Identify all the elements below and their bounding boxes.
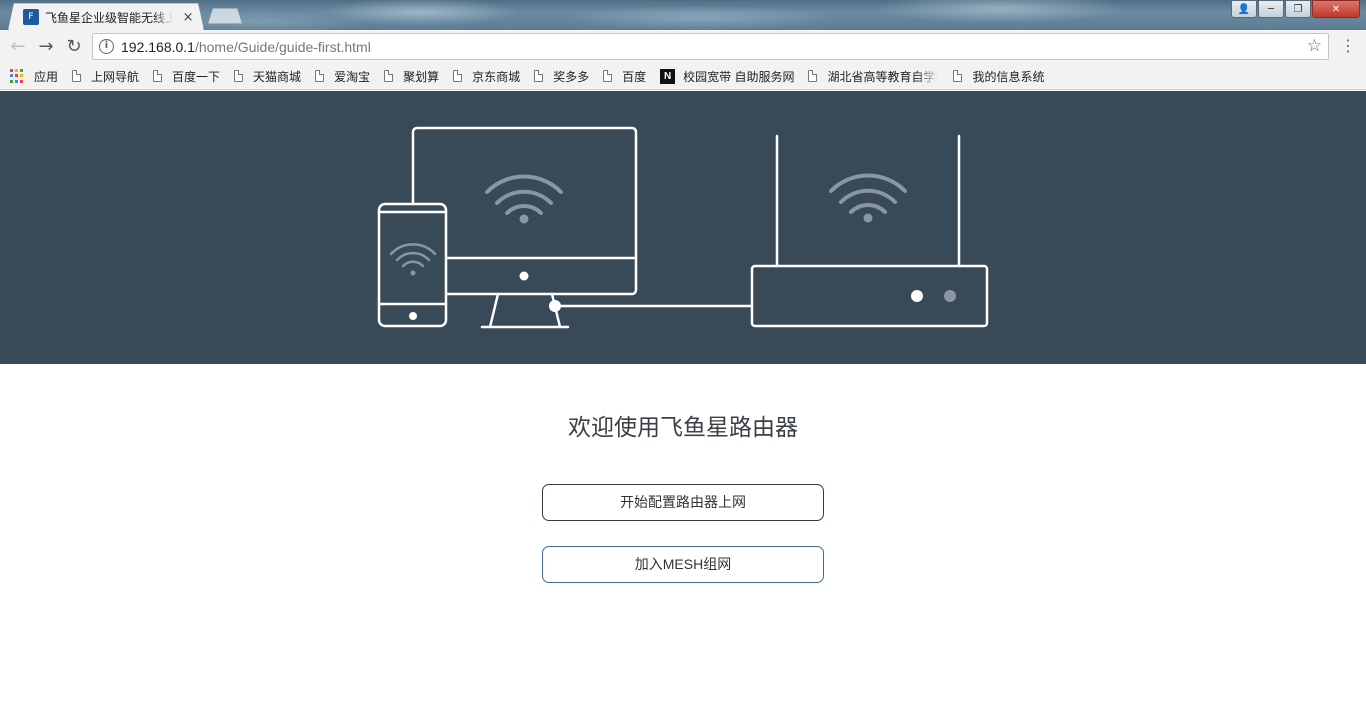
bookmark-item[interactable]: 爱淘宝: [315, 68, 370, 85]
router-wifi-icon: [829, 173, 907, 214]
bookmark-item[interactable]: 百度: [603, 68, 646, 85]
bookmark-item[interactable]: 聚划算: [384, 68, 439, 85]
minimize-button[interactable]: ─: [1258, 0, 1284, 18]
cable-connector-dot: [549, 300, 561, 312]
bookmark-label: 百度一下: [172, 69, 221, 84]
browser-tab-active[interactable]: F 飞鱼星企业级智能无线上网行为管理路由器 ×: [8, 3, 204, 30]
bookmark-item[interactable]: N 校园宽带 自助服务网: [660, 68, 794, 85]
tab-title: 飞鱼星企业级智能无线上网行为管理路由器: [45, 10, 174, 25]
monitor-power-dot: [519, 271, 529, 281]
bookmark-label: 京东商城: [472, 69, 521, 84]
wifi-dot: [519, 214, 529, 224]
wifi-icon: [485, 174, 563, 215]
bookmark-label: 校园宽带 自助服务网: [683, 69, 795, 84]
address-bar[interactable]: i 192.168.0.1/home/Guide/guide-first.htm…: [92, 33, 1329, 60]
bookmark-apps[interactable]: 应用: [10, 68, 58, 85]
page-title: 欢迎使用飞鱼星路由器: [568, 414, 798, 440]
bookmark-item[interactable]: 奖多多: [534, 68, 589, 85]
page-icon: [453, 70, 463, 82]
page-icon: [72, 70, 82, 82]
bookmark-item[interactable]: 京东商城: [453, 68, 520, 85]
hero-banner: [0, 91, 1366, 364]
url-path: /home/Guide/guide-first.html: [194, 38, 371, 55]
router-wifi-dot: [863, 213, 873, 223]
window-controls: 👤 ─ ❐ ✕: [1230, 0, 1360, 18]
user-profile-icon[interactable]: 👤: [1231, 0, 1257, 18]
url-text[interactable]: 192.168.0.1/home/Guide/guide-first.html: [121, 39, 371, 55]
bookmark-label: 我的信息系统: [972, 69, 1045, 84]
back-button[interactable]: ←: [4, 33, 32, 61]
titlebar-background: [0, 0, 1366, 30]
browser-menu-icon[interactable]: ⋮: [1340, 36, 1356, 55]
phone-home-dot: [409, 312, 417, 320]
bookmark-label: 天猫商城: [253, 69, 302, 84]
page-icon: [234, 70, 244, 82]
router-led-dim-dot: [944, 290, 956, 302]
join-mesh-button[interactable]: 加入MESH组网: [542, 546, 824, 583]
page-icon: [384, 70, 394, 82]
bookmark-item[interactable]: 百度一下: [153, 68, 220, 85]
bookmark-item[interactable]: 我的信息系统: [953, 68, 1045, 85]
monitor-stand: [488, 292, 562, 329]
bookmark-label: 湖北省高等教育自学考试: [827, 69, 939, 84]
page-icon: [808, 70, 818, 82]
bookmark-label: 聚划算: [403, 69, 440, 84]
maximize-button[interactable]: ❐: [1285, 0, 1311, 18]
forward-button[interactable]: →: [32, 33, 60, 61]
page-icon: [603, 70, 613, 82]
bookmark-star-icon[interactable]: ☆: [1307, 36, 1322, 56]
url-host: 192.168.0.1: [121, 38, 195, 55]
close-window-button[interactable]: ✕: [1312, 0, 1360, 18]
start-configuration-button[interactable]: 开始配置路由器上网: [542, 484, 824, 521]
bookmark-label: 百度: [622, 69, 647, 84]
tab-close-icon[interactable]: ×: [181, 10, 195, 25]
site-info-icon[interactable]: i: [99, 39, 114, 54]
network-illustration: [377, 126, 989, 329]
browser-titlebar: F 飞鱼星企业级智能无线上网行为管理路由器 × 👤 ─ ❐ ✕: [0, 0, 1366, 30]
bookmarks-bar: 应用 上网导航 百度一下 天猫商城 爱淘宝 聚划算 京东商城 奖多多 百度 N校…: [0, 63, 1366, 90]
n-logo-icon: N: [660, 68, 676, 84]
page-icon: [534, 70, 544, 82]
site-favicon-icon: F: [23, 9, 39, 25]
bookmark-label: 奖多多: [553, 69, 590, 84]
bookmark-label: 上网导航: [91, 69, 140, 84]
page-icon: [953, 70, 963, 82]
bookmark-item[interactable]: 天猫商城: [234, 68, 301, 85]
router-led-dot: [911, 290, 923, 302]
browser-toolbar: ← → ↻ i 192.168.0.1/home/Guide/guide-fir…: [0, 30, 1366, 63]
page-icon: [315, 70, 325, 82]
page-icon: [153, 70, 163, 82]
bookmark-item[interactable]: 上网导航: [72, 68, 139, 85]
bookmark-label: 爱淘宝: [334, 69, 371, 84]
new-tab-button[interactable]: [208, 8, 242, 24]
apps-grid-icon: [10, 69, 24, 83]
reload-button[interactable]: ↻: [60, 33, 88, 61]
bookmark-label: 应用: [34, 69, 59, 84]
bookmark-item[interactable]: 湖北省高等教育自学考试: [808, 68, 939, 85]
phone-wifi-dot: [410, 270, 416, 276]
phone-icon: [377, 202, 448, 328]
